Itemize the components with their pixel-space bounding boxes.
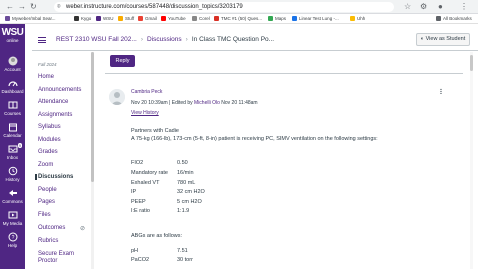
profile-icon[interactable]: ● <box>438 2 443 12</box>
hidden-eye-icon: ⊘ <box>80 226 86 232</box>
global-nav-calendar[interactable]: Calendar <box>0 122 25 139</box>
wsu-logo[interactable]: WSU <box>1 28 24 38</box>
reload-icon[interactable]: ↻ <box>30 2 37 12</box>
global-nav-help[interactable]: ? Help <box>0 232 25 249</box>
global-nav-dashboard[interactable]: Dashboard <box>0 78 25 95</box>
course-term: Fall 2024 <box>38 62 57 67</box>
global-nav: WSU online Account Dashboard Courses Cal… <box>0 24 25 269</box>
global-nav-account[interactable]: Account <box>0 56 25 73</box>
course-nav-attendance[interactable]: Attendance <box>38 99 68 105</box>
course-nav-discussions[interactable]: Discussions <box>35 174 87 180</box>
help-icon: ? <box>8 232 17 242</box>
post-date: Nov 20 10:39am <box>131 100 168 106</box>
view-as-student-button[interactable]: ◐ View as Student <box>416 33 470 46</box>
wsu-logo-subtitle: online <box>6 38 19 43</box>
course-nav-zoom[interactable]: Zoom <box>38 162 53 168</box>
inbox-icon <box>8 145 17 153</box>
global-nav-courses[interactable]: Courses <box>0 100 25 117</box>
global-nav-inbox[interactable]: 9 Inbox <box>0 143 25 161</box>
post-partners: Partners with Cadie <box>131 128 179 134</box>
content-divider <box>105 73 463 74</box>
post-author[interactable]: Cambria Peck <box>131 89 162 95</box>
more-options-icon[interactable]: · · · <box>440 87 443 98</box>
bookmark-item[interactable]: WSU <box>96 15 114 23</box>
course-nav-home[interactable]: Home <box>38 74 54 80</box>
post-editor[interactable]: Michelli Olo <box>194 100 220 106</box>
bookmark-item[interactable]: YouTube <box>161 15 186 23</box>
breadcrumb: REST 2310 WSU Fall 202... › Discussions › In… <box>56 36 274 44</box>
post-scenario: A 75-kg (166-lb), 173-cm (5-ft, 8-in) pa… <box>131 136 378 142</box>
courses-icon <box>8 101 17 109</box>
bookmark-item[interactable]: Gmail <box>138 15 157 23</box>
address-bar[interactable]: ⌾ weber.instructure.com/courses/587448/d… <box>54 2 394 12</box>
course-nav-outcomes[interactable]: Outcomes <box>38 225 65 231</box>
chevron-right-icon: › <box>185 36 188 43</box>
browser-toolbar: ← → ↻ ⌾ weber.instructure.com/courses/58… <box>0 0 478 14</box>
course-nav-people[interactable]: People <box>38 187 57 193</box>
dashboard-icon <box>7 81 18 87</box>
course-nav-secure-exam-proctor[interactable]: Secure Exam Proctor <box>38 251 82 265</box>
global-nav-history[interactable]: History <box>0 166 25 183</box>
course-nav-announcements[interactable]: Announcements <box>38 87 81 93</box>
course-nav-files[interactable]: Files <box>38 212 51 218</box>
course-nav-modules[interactable]: Modules <box>38 137 61 143</box>
bookmark-item[interactable]: Linear Test Lung -... <box>292 15 339 23</box>
course-nav-rubrics[interactable]: Rubrics <box>38 238 58 244</box>
bookmark-item[interactable]: Corel <box>192 15 210 23</box>
history-icon <box>8 166 17 176</box>
view-history-link[interactable]: View History <box>131 110 159 116</box>
breadcrumb-course[interactable]: REST 2310 WSU Fall 202... <box>56 36 137 43</box>
media-icon <box>8 211 17 219</box>
bookmark-item[interactable]: Uhh <box>350 15 365 23</box>
all-bookmarks[interactable]: All Bookmarks <box>436 15 472 23</box>
reply-button[interactable]: Reply <box>110 55 135 67</box>
avatar-image <box>109 89 125 105</box>
bookmark-item[interactable]: TMC #1 (50) Ques... <box>214 15 262 23</box>
svg-text:?: ? <box>11 235 14 241</box>
lock-icon: ⌾ <box>57 4 61 10</box>
breadcrumb-current: In Class TMC Question Po... <box>191 36 275 43</box>
calendar-icon <box>8 123 17 132</box>
bookmark-item[interactable]: Kygo <box>74 15 91 23</box>
edited-date: Nov 20 11:48am <box>221 100 258 106</box>
url-text: weber.instructure.com/courses/587448/dis… <box>66 4 243 10</box>
content-scrollbar-thumb[interactable] <box>470 55 473 71</box>
breadcrumb-discussions[interactable]: Discussions <box>147 36 182 43</box>
forward-icon[interactable]: → <box>18 2 26 12</box>
account-icon <box>8 56 17 66</box>
chevron-right-icon: › <box>140 36 143 43</box>
course-nav-assignments[interactable]: Assignments <box>38 112 72 118</box>
commons-icon <box>8 190 17 196</box>
bookmark-item[interactable]: Stuff <box>118 15 134 23</box>
header-divider <box>32 50 478 51</box>
course-nav-grades[interactable]: Grades <box>38 149 58 155</box>
bookmark-star-icon[interactable]: ☆ <box>404 2 411 12</box>
course-nav-syllabus[interactable]: Syllabus <box>38 124 61 130</box>
course-nav-scrollbar-thumb[interactable] <box>91 52 94 182</box>
post-meta: Nov 20 10:39am | Edited by Michelli Olo … <box>131 100 258 106</box>
menu-icon[interactable]: ⋮ <box>460 2 468 12</box>
back-icon[interactable]: ← <box>6 2 14 12</box>
avatar[interactable] <box>109 89 125 105</box>
global-nav-my-media[interactable]: My Media <box>0 210 25 227</box>
course-nav-pages[interactable]: Pages <box>38 199 55 205</box>
abg-intro: ABGs are as follows: <box>131 233 183 239</box>
content-scrollbar[interactable] <box>470 52 473 269</box>
inbox-badge: 9 <box>17 143 22 148</box>
course-menu-toggle[interactable] <box>38 37 46 43</box>
edited-by-label: | Edited by <box>169 100 193 106</box>
extensions-icon[interactable]: ⚙ <box>420 2 427 12</box>
global-nav-commons[interactable]: Commons <box>0 188 25 205</box>
bookmark-item[interactable]: Maps <box>268 15 286 23</box>
bookmark-item[interactable]: Myweber/Inbal Sear... <box>5 15 56 23</box>
bookmarks-bar: Myweber/Inbal Sear... Kygo WSU Stuff Gma… <box>0 14 478 24</box>
